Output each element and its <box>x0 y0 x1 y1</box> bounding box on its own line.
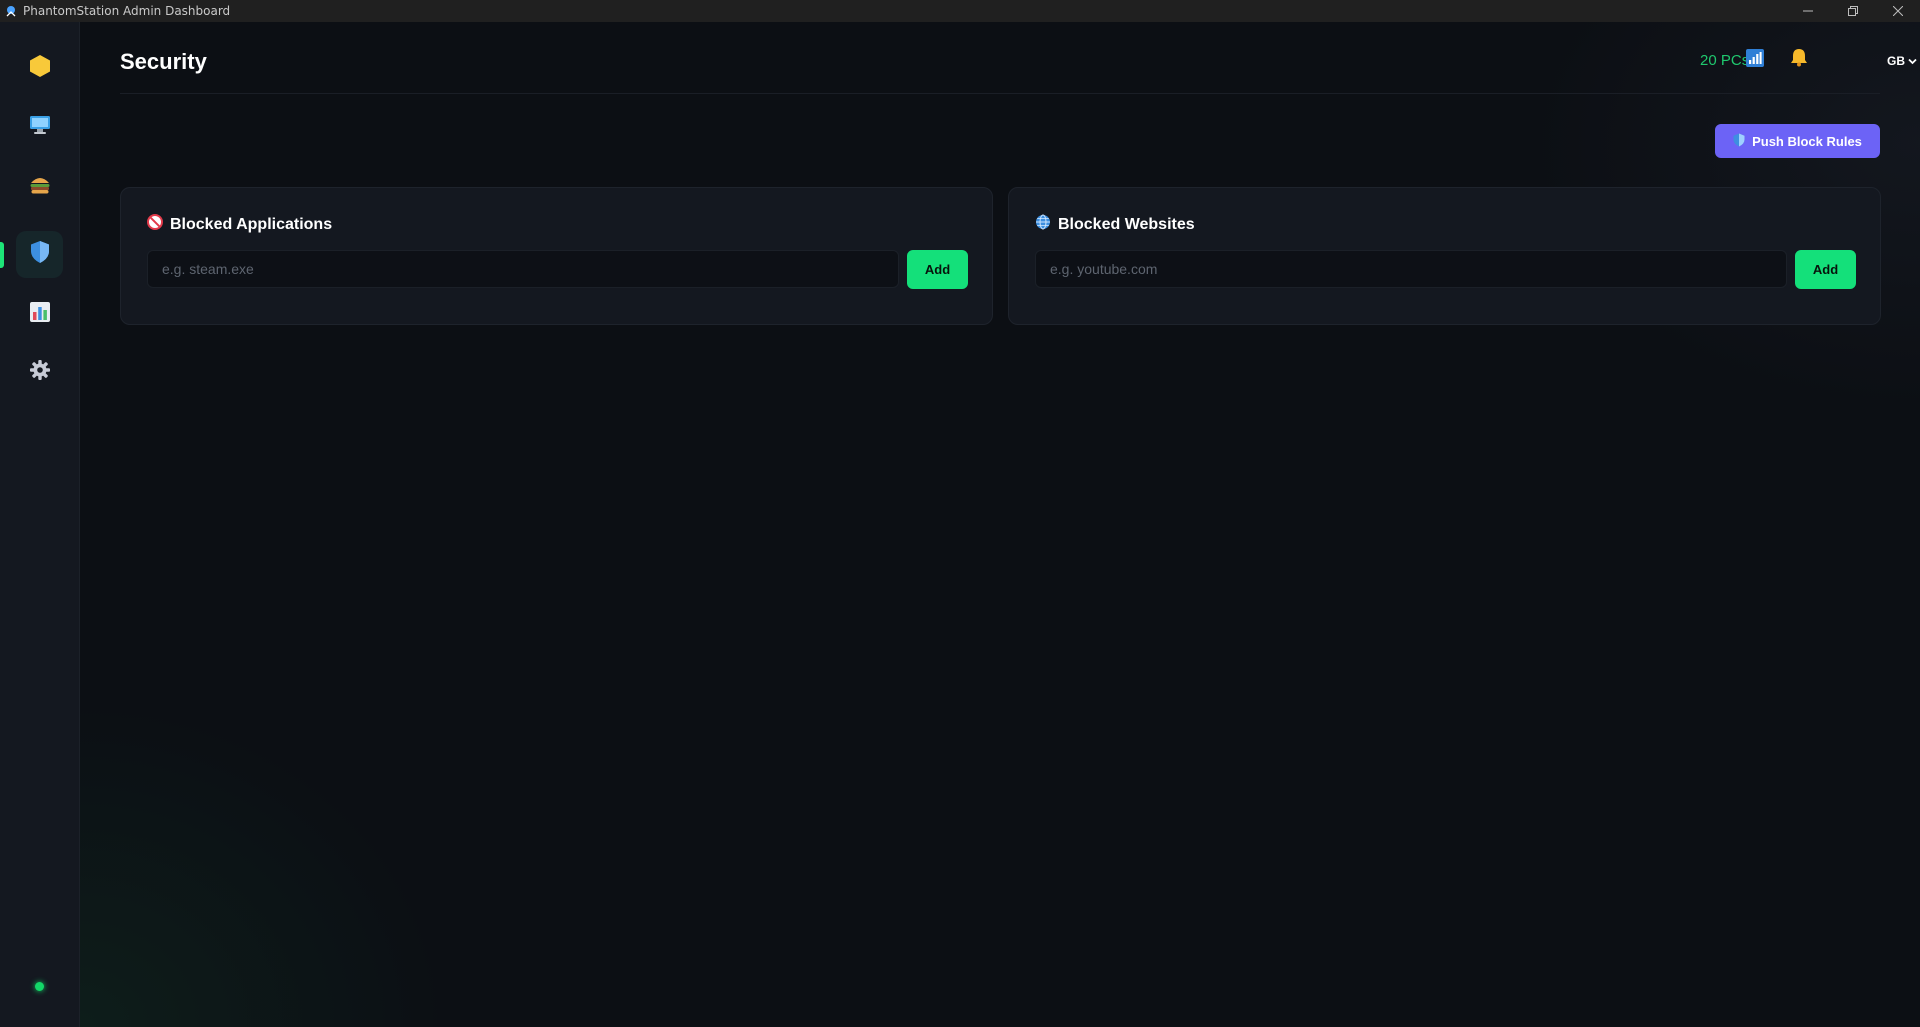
connection-status-dot <box>35 982 44 991</box>
blocked-applications-title: Blocked Applications <box>170 215 333 233</box>
sidebar-item-reports[interactable] <box>16 291 63 338</box>
sidebar-item-food[interactable] <box>16 164 63 211</box>
sidebar-item-security[interactable] <box>16 231 63 278</box>
blocked-applications-heading: Blocked Applications <box>147 214 332 235</box>
signal-stats-button[interactable] <box>1745 48 1765 72</box>
monitor-icon <box>29 115 51 140</box>
restore-button[interactable] <box>1830 0 1875 22</box>
blocked-websites-title: Blocked Websites <box>1058 215 1195 233</box>
hexagon-logo-icon <box>29 54 51 83</box>
active-indicator <box>0 242 4 268</box>
blocked-websites-card: Blocked Websites Add <box>1008 187 1881 325</box>
add-website-button[interactable]: Add <box>1795 250 1856 289</box>
language-selector[interactable]: GB <box>1887 54 1917 68</box>
blocked-application-input[interactable] <box>147 250 899 288</box>
bar-chart-icon <box>29 301 51 328</box>
blocked-websites-heading: Blocked Websites <box>1035 214 1195 235</box>
shield-icon <box>1733 133 1745 150</box>
blocked-applications-card: Blocked Applications Add <box>120 187 993 325</box>
gear-icon <box>29 359 51 386</box>
window-titlebar: PhantomStation Admin Dashboard <box>0 0 1920 22</box>
shield-icon <box>30 240 50 269</box>
signal-bars-icon <box>1746 48 1764 72</box>
app-icon <box>5 5 17 17</box>
push-block-rules-button[interactable]: Push Block Rules <box>1715 124 1880 158</box>
language-code: GB <box>1887 54 1905 68</box>
globe-icon <box>1035 214 1051 235</box>
add-application-button[interactable]: Add <box>907 250 968 289</box>
bell-icon <box>1790 48 1808 72</box>
close-button[interactable] <box>1875 0 1920 22</box>
page-title: Security <box>120 49 207 74</box>
page-header: Security 20 PCs GB <box>120 22 1917 94</box>
window-title: PhantomStation Admin Dashboard <box>23 4 231 18</box>
main-content: Security 20 PCs GB Push Block Rules Bloc… <box>80 22 1920 1027</box>
sidebar <box>0 22 80 1027</box>
sidebar-logo[interactable] <box>16 45 63 92</box>
window-controls <box>1785 0 1920 22</box>
no-entry-icon <box>147 214 163 235</box>
push-block-rules-label: Push Block Rules <box>1752 133 1862 149</box>
burger-icon <box>29 175 51 200</box>
blocked-website-input[interactable] <box>1035 250 1787 288</box>
sidebar-item-settings[interactable] <box>16 349 63 396</box>
chevron-down-icon <box>1908 54 1917 68</box>
notifications-button[interactable] <box>1789 48 1809 72</box>
sidebar-item-pcs[interactable] <box>16 104 63 151</box>
minimize-button[interactable] <box>1785 0 1830 22</box>
pc-count-badge: 20 PCs <box>1700 52 1750 69</box>
